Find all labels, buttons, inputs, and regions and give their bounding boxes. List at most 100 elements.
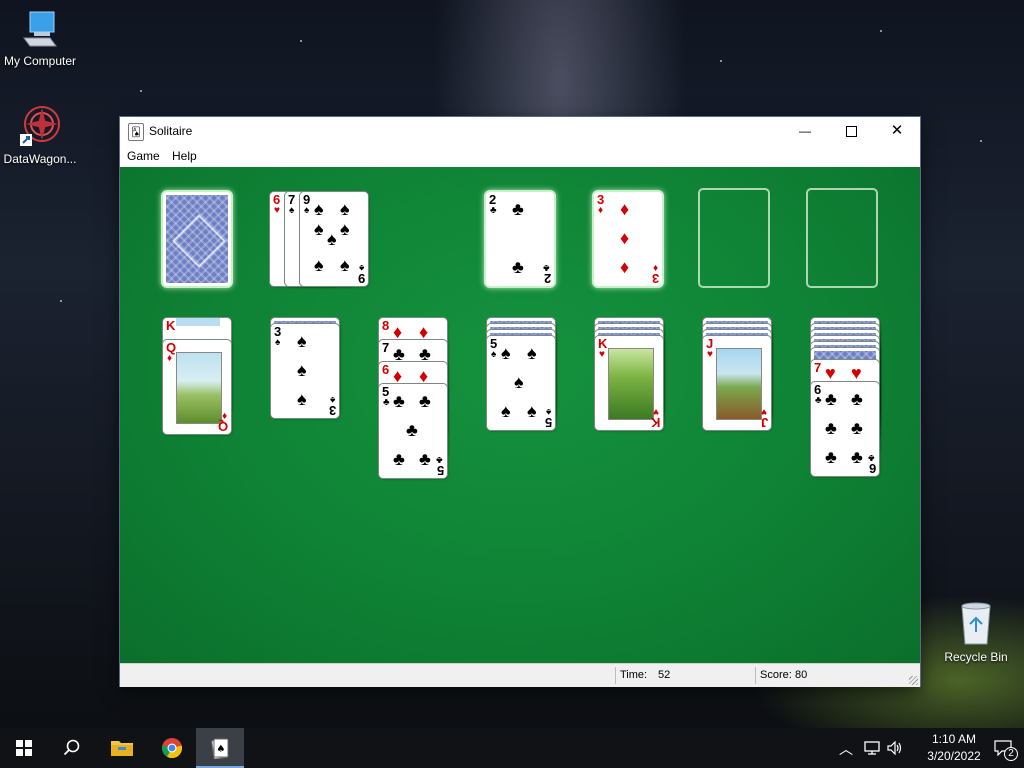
close-icon: ✕	[890, 122, 904, 139]
card-suit: ♥	[653, 406, 659, 417]
maximize-button[interactable]	[828, 117, 874, 145]
card-suit: ♣	[436, 454, 443, 465]
solitaire-app-icon: 🂡	[128, 123, 144, 141]
window-title: Solitaire	[149, 124, 193, 138]
card-pip: ♣	[419, 449, 431, 469]
solitaire-icon: ♠	[211, 738, 229, 760]
volume-icon[interactable]	[887, 741, 903, 755]
card-pip: ♣	[419, 391, 431, 411]
tableau-card[interactable]: 5 ♠ ♠ ♠ ♠ ♠ ♠ 5 ♠	[487, 336, 555, 430]
card-pip: ♣	[825, 418, 837, 438]
stock-pile[interactable]	[163, 192, 231, 286]
card-pip: ♠	[327, 229, 337, 249]
card-suit: ♣	[490, 205, 497, 216]
card-pip: ♦	[393, 322, 403, 342]
queen-picture	[176, 352, 222, 424]
clock-time[interactable]: 1:10 AM	[914, 732, 994, 746]
card-rank: 5	[436, 463, 444, 478]
waste-top-card[interactable]: 9 ♠ ♠ ♠ ♠ ♠ ♠ ♠ ♠ 9 ♠	[300, 192, 368, 286]
minimize-button[interactable]: —	[782, 117, 828, 145]
card-pip: ♣	[406, 420, 418, 440]
card-suit: ♠	[545, 406, 551, 417]
notification-center-button[interactable]: 2	[984, 728, 1024, 768]
close-button[interactable]: ✕	[874, 117, 920, 145]
card-pip: ♦	[419, 322, 429, 342]
card-suit: ♠	[289, 205, 295, 216]
chrome-icon	[161, 737, 183, 758]
card-suit: ♦	[167, 353, 173, 364]
foundation-1[interactable]: 2 ♣ ♣ ♣ 2 ♣	[486, 192, 554, 286]
folder-icon	[111, 740, 133, 756]
card-suit: ♠	[358, 262, 364, 273]
tableau-card[interactable]: K ♥ K ♥	[595, 336, 663, 430]
my-computer-label: My Computer	[3, 54, 77, 68]
notification-count: 2	[1004, 747, 1018, 761]
score-value: 80	[795, 669, 808, 681]
chevron-up-icon[interactable]: ︿	[839, 739, 853, 759]
file-explorer-button[interactable]	[98, 728, 146, 768]
card-rank: 6	[382, 362, 390, 377]
card-suit: ♦	[221, 410, 227, 421]
menu-bar: Game Help	[120, 145, 920, 167]
tableau-card[interactable]: 6 ♣ ♣ ♣ ♣ ♣ ♣ ♣ 6 ♣	[811, 382, 879, 476]
tableau-card[interactable]: 5 ♣ ♣ ♣ ♣ ♣ ♣ 5 ♣	[379, 384, 447, 478]
computer-icon	[23, 11, 57, 47]
card-suit: ♦	[598, 205, 604, 216]
card-pip: ♣	[851, 418, 863, 438]
foundation-3-empty[interactable]	[698, 188, 770, 288]
card-pip: ♣	[512, 257, 524, 277]
card-rank: 3	[651, 271, 659, 286]
card-pip: ♦	[620, 199, 630, 219]
card-pip: ♦	[393, 366, 403, 386]
card-pip: ♣	[851, 447, 863, 467]
tableau-card[interactable]: J ♥ J ♥	[703, 336, 771, 430]
card-suit: ♦	[652, 262, 658, 273]
solitaire-taskbar-button[interactable]: ♠	[196, 728, 244, 768]
card-pip: ♠	[527, 401, 537, 421]
card-rank: 3	[328, 403, 336, 418]
card-suit: ♥	[707, 349, 713, 360]
card-rank: K	[650, 415, 660, 430]
card-pip: ♠	[314, 219, 324, 239]
menu-game[interactable]: Game	[127, 149, 160, 163]
datawagon-shortcut[interactable]: DataWagon...	[0, 104, 80, 166]
minimize-icon: —	[799, 124, 811, 138]
card-pip: ♥	[825, 363, 836, 383]
recycle-bin-label: Recycle Bin	[944, 650, 1008, 664]
clock-date[interactable]: 3/20/2022	[914, 749, 994, 763]
foundation-2[interactable]: 3 ♦ ♦ ♦ ♦ 3 ♦	[594, 192, 662, 286]
card-pip: ♠	[340, 219, 350, 239]
card-suit: ♣	[383, 397, 390, 408]
card-pip: ♥	[851, 363, 862, 383]
search-button[interactable]	[48, 728, 96, 768]
card-suit: ♥	[599, 349, 605, 360]
card-pip: ♠	[297, 331, 307, 351]
chrome-button[interactable]	[148, 728, 196, 768]
status-separator	[755, 667, 756, 684]
time-value: 52	[658, 669, 671, 681]
my-computer-shortcut[interactable]: My Computer	[0, 8, 80, 68]
card-pip: ♠	[514, 372, 524, 392]
menu-help[interactable]: Help	[172, 149, 197, 163]
tableau-card[interactable]: 3 ♠ ♠ ♠ ♠ 3 ♠	[271, 324, 339, 418]
foundation-4-empty[interactable]	[806, 188, 878, 288]
card-suit: ♠	[329, 394, 335, 405]
card-pip: ♣	[419, 344, 431, 364]
card-pip: ♣	[825, 389, 837, 409]
title-bar[interactable]: 🂡 Solitaire — ✕	[120, 117, 920, 145]
start-button[interactable]	[0, 728, 48, 768]
recycle-bin-shortcut[interactable]: Recycle Bin	[936, 600, 1016, 664]
resize-grip[interactable]	[909, 676, 918, 685]
datawagon-icon	[20, 106, 60, 146]
tableau-card[interactable]: Q ♦ Q ♦	[163, 340, 231, 434]
card-rank: 2	[543, 271, 551, 286]
card-pip: ♣	[393, 391, 405, 411]
card-pip: ♦	[620, 228, 630, 248]
card-rank: 5	[544, 415, 552, 430]
score-label: Score:	[760, 669, 792, 681]
card-pip: ♠	[314, 255, 324, 275]
king-picture	[608, 348, 654, 420]
network-icon[interactable]	[864, 741, 880, 755]
card-pip: ♣	[393, 449, 405, 469]
card-rank: 9	[357, 271, 365, 286]
